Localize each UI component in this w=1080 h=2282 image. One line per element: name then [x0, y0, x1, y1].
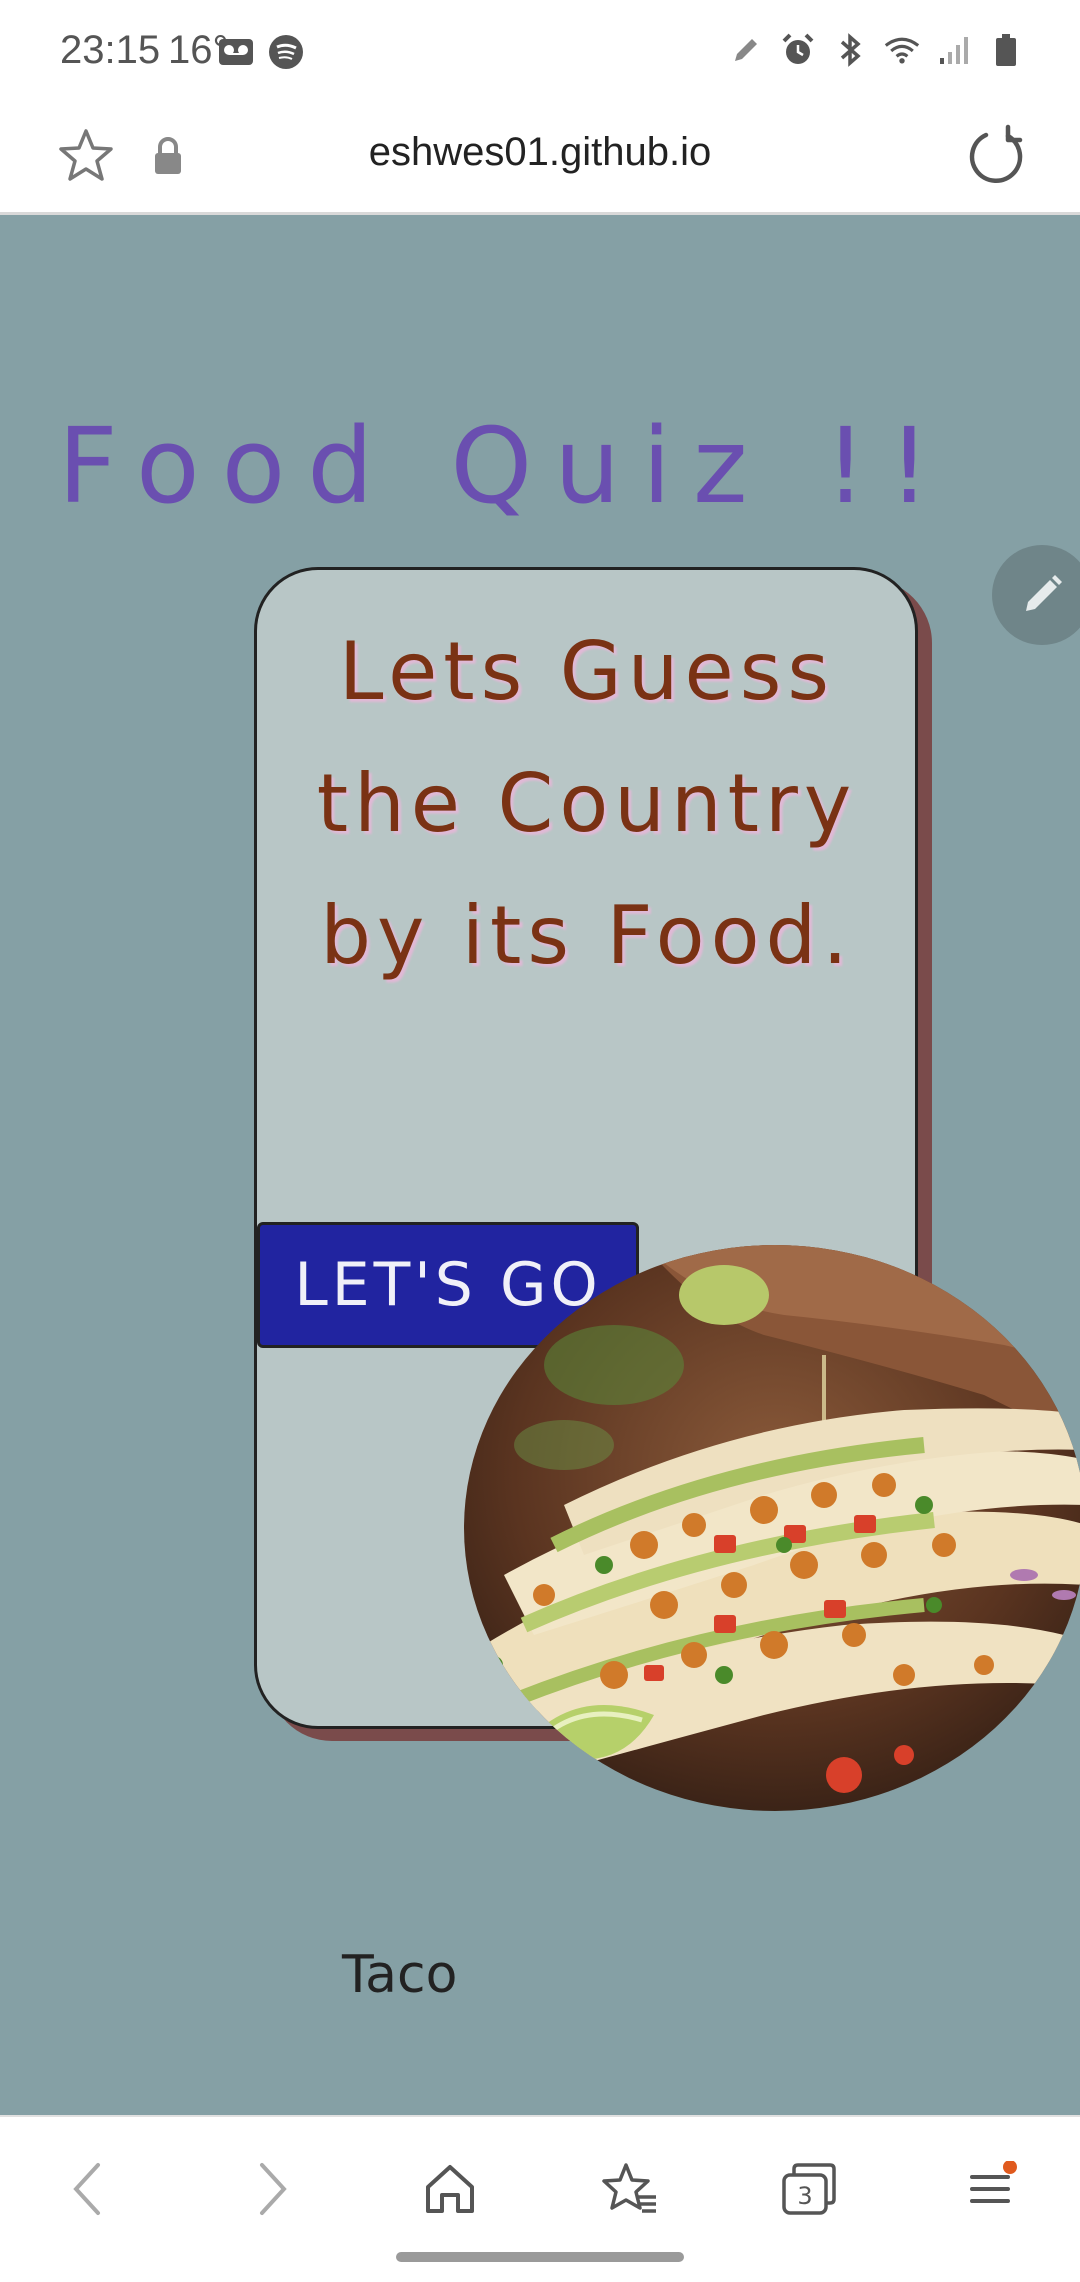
- pencil-icon: [728, 32, 764, 68]
- taco-image: [464, 1245, 1080, 1811]
- home-indicator[interactable]: [396, 2252, 684, 2262]
- reload-icon[interactable]: [964, 124, 1028, 188]
- status-left-icons: [218, 34, 304, 70]
- voicemail-icon: [218, 34, 254, 70]
- battery-icon: [988, 32, 1024, 68]
- page-title: Food Quiz !!: [57, 405, 953, 527]
- bookmarks-icon[interactable]: [594, 2153, 666, 2225]
- page-content: Food Quiz !! Lets Guess the Country by i…: [0, 215, 1080, 2115]
- home-icon[interactable]: [414, 2153, 486, 2225]
- menu-icon[interactable]: [954, 2153, 1026, 2225]
- status-time: 23:15: [60, 28, 161, 72]
- edit-fab-button[interactable]: [992, 545, 1080, 645]
- signal-icon: [936, 32, 972, 68]
- url-address[interactable]: eshwes01.github.io: [0, 130, 1080, 175]
- browser-url-bar: eshwes01.github.io: [0, 108, 1080, 215]
- card-text: Lets Guess the Country by its Food.: [316, 625, 858, 982]
- status-right-icons: [728, 32, 1024, 68]
- alarm-icon: [780, 32, 816, 68]
- tabs-icon[interactable]: 3: [774, 2153, 846, 2225]
- back-arrow-icon[interactable]: [52, 2153, 124, 2225]
- notification-dot: [1003, 2161, 1017, 2174]
- spotify-icon: [268, 34, 304, 70]
- forward-arrow-icon[interactable]: [236, 2153, 308, 2225]
- edit-icon: [1026, 575, 1062, 611]
- status-bar: 23:15 16°: [0, 0, 1080, 108]
- tabs-count: 3: [797, 2182, 812, 2210]
- wifi-icon: [884, 32, 920, 68]
- food-caption: Taco: [342, 1945, 458, 2005]
- bluetooth-icon: [832, 32, 868, 68]
